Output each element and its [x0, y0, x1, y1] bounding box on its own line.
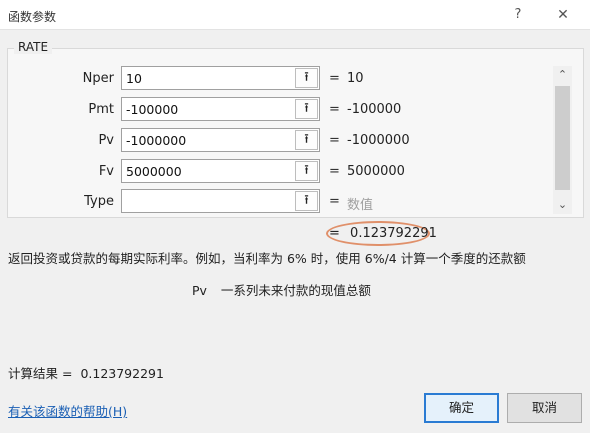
arguments-scrollbar[interactable]: ⌃ ⌄ [553, 66, 572, 214]
equals-sign: = [329, 71, 340, 86]
scroll-up-icon[interactable]: ⌃ [553, 66, 572, 84]
formula-result-value: 0.123792291 [350, 226, 437, 241]
function-help-link[interactable]: 有关该函数的帮助(H) [8, 401, 127, 420]
ok-button[interactable]: 确定 [424, 393, 499, 423]
equals-sign: = [329, 102, 340, 117]
arg-result-type: 数值 [347, 198, 374, 213]
arg-label-fv: Fv [98, 164, 114, 179]
arg-result-nper: 10 [347, 71, 364, 86]
title-bar: 函数参数 ? ✕ [0, 0, 590, 30]
function-name: RATE [14, 40, 53, 54]
arg-label-pv: Pv [98, 133, 114, 148]
arg-input-fv[interactable] [121, 159, 320, 183]
equals-sign: = [329, 226, 340, 241]
function-description: 返回投资或贷款的每期实际利率。例如，当利率为 6% 时，使用 6%/4 计算一个… [8, 251, 526, 266]
arg-input-pv[interactable] [121, 128, 320, 152]
help-icon[interactable]: ? [508, 5, 528, 25]
scroll-thumb[interactable] [555, 86, 570, 190]
scroll-down-icon[interactable]: ⌄ [553, 196, 572, 214]
close-icon[interactable]: ✕ [553, 5, 573, 25]
collapse-dialog-icon[interactable]: ⭱ [295, 130, 318, 150]
collapse-dialog-icon[interactable]: ⭱ [295, 161, 318, 181]
arg-label-nper: Nper [82, 71, 114, 86]
arg-label-pmt: Pmt [88, 102, 114, 117]
calc-result-value: 0.123792291 [80, 366, 164, 381]
window-title: 函数参数 [8, 10, 57, 24]
collapse-dialog-icon[interactable]: ⭱ [295, 68, 318, 88]
arg-input-nper[interactable] [121, 66, 320, 90]
cancel-button[interactable]: 取消 [507, 393, 582, 423]
equals-sign: = [329, 194, 340, 209]
equals-sign: = [329, 164, 340, 179]
formula-result: = 0.123792291 [329, 226, 437, 241]
arg-result-pv: -1000000 [347, 133, 410, 148]
calc-result-label: 计算结果 = [8, 366, 73, 381]
collapse-dialog-icon[interactable]: ⭱ [295, 99, 318, 119]
argument-help: Pv 一系列未来付款的现值总额 [192, 280, 371, 299]
arg-input-pmt[interactable] [121, 97, 320, 121]
arg-result-fv: 5000000 [347, 164, 405, 179]
argument-help-text: 一系列未来付款的现值总额 [220, 283, 371, 298]
arg-result-pmt: -100000 [347, 102, 402, 117]
calc-result: 计算结果 = 0.123792291 [8, 363, 164, 382]
equals-sign: = [329, 133, 340, 148]
argument-help-name: Pv [192, 283, 207, 298]
collapse-dialog-icon[interactable]: ⭱ [295, 191, 318, 211]
arg-label-type: Type [84, 194, 114, 209]
arg-input-type[interactable] [121, 189, 320, 213]
